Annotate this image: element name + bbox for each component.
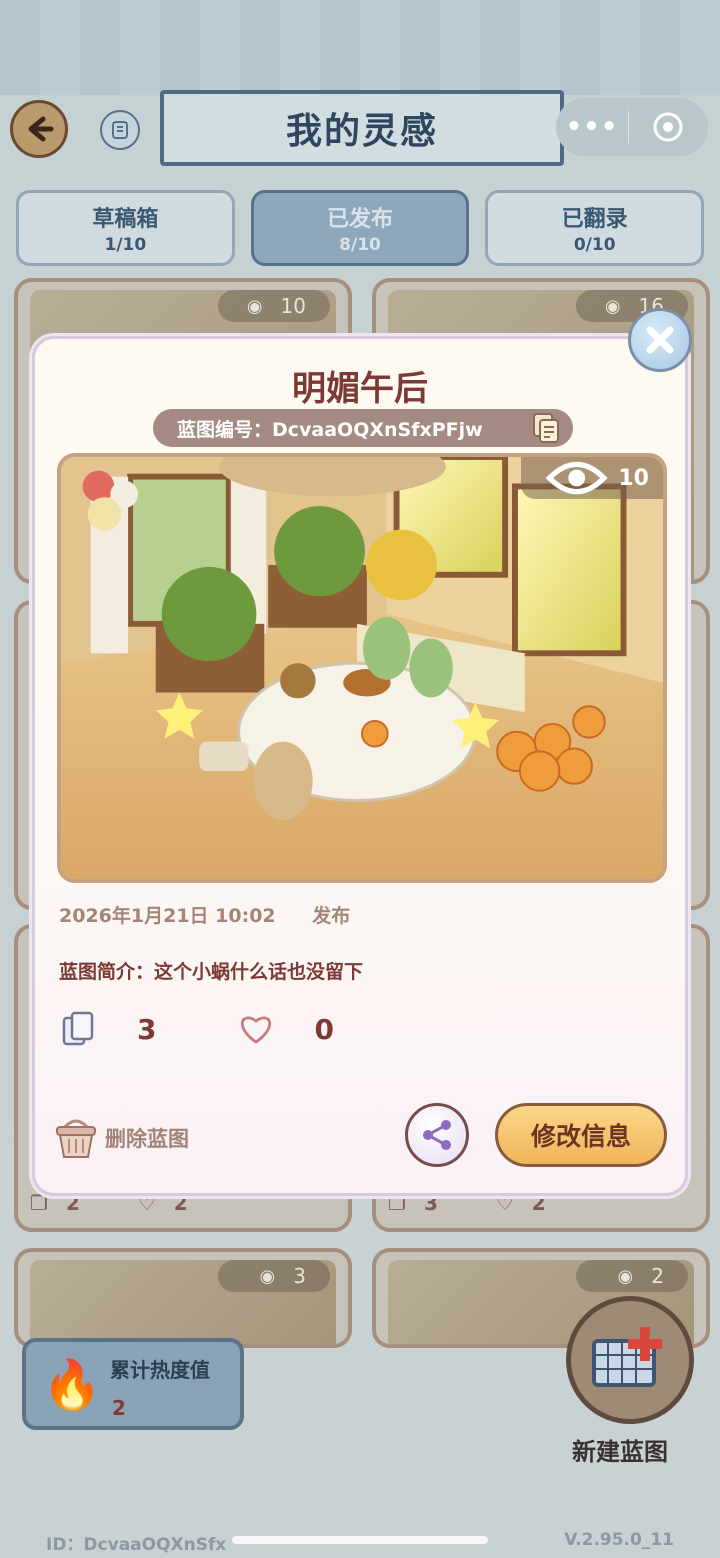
publish-status: 发布 — [312, 905, 351, 927]
home-indicator[interactable] — [232, 1536, 488, 1544]
room-scene-illustration — [61, 457, 663, 879]
copy-id-button[interactable] — [531, 412, 561, 449]
blueprint-detail-dialog: 明媚午后 蓝图编号：DcvaaOQXnSfxPFjw 10 2026年1月21日… — [32, 336, 688, 1196]
page-title: 我的灵感 — [285, 111, 438, 152]
heat-label: 累计热度值 — [110, 1358, 210, 1382]
tab-label: 已发布 — [327, 207, 394, 232]
eye-icon: ◉ — [259, 1265, 276, 1287]
more-menu-button[interactable]: ••• — [556, 112, 628, 142]
tab-count: 0/10 — [573, 235, 616, 255]
eye-icon: ◉ — [617, 1265, 634, 1287]
blueprint-description: 蓝图简介：这个小蜗什么话也没留下 — [59, 961, 364, 983]
close-dialog-button[interactable] — [628, 308, 692, 372]
back-arrow-icon — [28, 116, 54, 142]
eye-icon — [545, 461, 608, 495]
mini-program-capsule: ••• — [556, 98, 708, 156]
publish-info: 2026年1月21日 10:02 发布 — [59, 901, 350, 928]
card-view-count: ◉ 2 — [576, 1260, 688, 1292]
publish-date: 2026年1月21日 10:02 — [59, 905, 276, 927]
new-blueprint-label: 新建蓝图 — [572, 1438, 668, 1466]
tab-bar: 草稿箱 1/10 已发布 8/10 已翻录 0/10 — [16, 190, 705, 266]
trash-basket-icon — [56, 1119, 96, 1158]
scroll-icon-button[interactable] — [100, 110, 140, 150]
share-button[interactable] — [405, 1103, 469, 1167]
copy-icon: ❐ — [30, 1191, 48, 1215]
view-count: 10 — [618, 465, 649, 491]
like-count: 0 — [314, 1012, 334, 1046]
version-label: V.2.95.0_11 — [564, 1530, 674, 1550]
tab-label: 草稿箱 — [92, 207, 159, 232]
preview-view-count: 10 — [521, 457, 663, 499]
tab-count: 1/10 — [104, 235, 147, 255]
new-blueprint-button[interactable] — [566, 1296, 694, 1424]
heart-icon[interactable] — [236, 1009, 276, 1049]
blueprint-title: 明媚午后 — [292, 369, 428, 409]
scroll-icon — [112, 121, 128, 139]
delete-label: 删除蓝图 — [105, 1127, 189, 1151]
target-icon — [653, 112, 683, 142]
card-view-count: ◉ 10 — [218, 290, 330, 322]
eye-icon: ◉ — [604, 295, 621, 317]
delete-blueprint-button[interactable]: 删除蓝图 — [53, 1115, 189, 1161]
top-decoration — [0, 0, 720, 95]
blueprint-preview-image: 10 — [57, 453, 667, 883]
tab-label: 已翻录 — [561, 207, 628, 232]
back-button[interactable] — [10, 100, 68, 158]
copy-count: 3 — [137, 1012, 157, 1046]
flame-icon: 🔥 — [42, 1357, 102, 1413]
blueprint-id-text: 蓝图编号：DcvaaOQXnSfxPFjw — [177, 418, 483, 441]
tab-count: 8/10 — [339, 235, 381, 255]
blueprint-add-icon — [592, 1327, 662, 1387]
eye-icon: ◉ — [246, 295, 263, 317]
blueprint-stats: 3 0 — [59, 1007, 334, 1051]
card-view-count: ◉ 3 — [218, 1260, 330, 1292]
edit-info-button[interactable]: 修改信息 — [495, 1103, 667, 1167]
tab-drafts[interactable]: 草稿箱 1/10 — [16, 190, 235, 266]
share-icon — [423, 1120, 451, 1150]
tab-recorded[interactable]: 已翻录 0/10 — [485, 190, 705, 266]
heat-value-panel: 🔥 累计热度值 2 — [22, 1338, 244, 1430]
page-title-banner: 我的灵感 — [160, 90, 564, 166]
blueprint-id-pill: 蓝图编号：DcvaaOQXnSfxPFjw — [153, 409, 573, 447]
blueprint-card[interactable]: ◉ 3 — [14, 1248, 352, 1348]
copy-document-icon — [533, 413, 559, 443]
close-icon — [646, 326, 674, 354]
close-miniprogram-button[interactable] — [629, 110, 707, 144]
tab-published[interactable]: 已发布 8/10 — [250, 190, 470, 266]
copy-count-icon — [59, 1009, 99, 1049]
user-id: ID：DcvaaOQXnSfx — [46, 1535, 227, 1555]
heat-value: 2 — [112, 1396, 126, 1420]
